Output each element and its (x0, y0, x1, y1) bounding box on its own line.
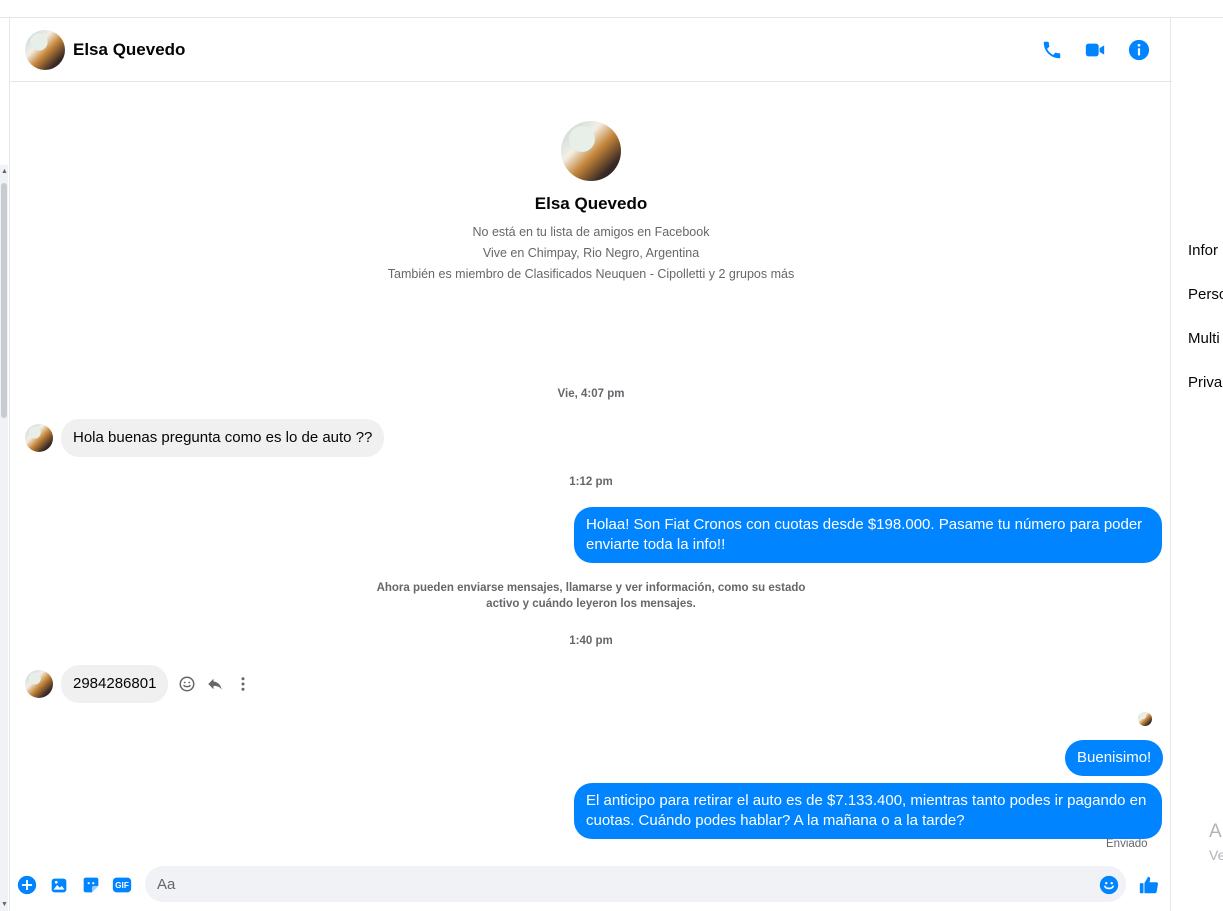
chat-header: Elsa Quevedo (10, 18, 1172, 82)
timestamp: 1:12 pm (569, 476, 613, 488)
profile-location: Vive en Chimpay, Rio Negro, Argentina (482, 246, 700, 260)
contact-avatar[interactable] (25, 30, 65, 70)
incoming-message-row: Hola buenas pregunta como es lo de auto … (25, 419, 385, 457)
reply-icon[interactable] (206, 675, 224, 693)
info-panel: Infor Perso Multi Priva A Ve (1172, 18, 1223, 911)
panel-item-customize[interactable]: Perso (1188, 286, 1223, 303)
profile-avatar[interactable] (561, 121, 621, 181)
seen-avatar (1138, 712, 1152, 726)
outgoing-message[interactable]: El anticipo para retirar el auto es de $… (574, 783, 1162, 839)
profile-meta: No está en tu lista de amigos en Faceboo… (10, 222, 1172, 285)
panel-footer-text: A (1209, 821, 1222, 842)
contact-name[interactable]: Elsa Quevedo (73, 40, 185, 60)
timestamp: 1:40 pm (569, 635, 613, 647)
sender-avatar[interactable] (25, 670, 53, 698)
chat-window: Elsa Quevedo Elsa Quevedo No está en tu … (9, 18, 1172, 911)
scroll-down-icon[interactable]: ▼ (1, 901, 8, 908)
incoming-message-row: 2984286801 (25, 665, 252, 703)
sticker-icon[interactable] (80, 874, 102, 896)
svg-text:GIF: GIF (115, 881, 129, 890)
sent-status: Enviado (1106, 838, 1148, 850)
profile-friend-status: No está en tu lista de amigos en Faceboo… (472, 225, 710, 239)
sender-avatar[interactable] (25, 424, 53, 452)
message-input[interactable] (145, 866, 1126, 902)
panel-item-privacy[interactable]: Priva (1188, 374, 1222, 391)
profile-summary: Elsa Quevedo No está en tu lista de amig… (10, 121, 1172, 285)
phone-icon[interactable] (1041, 39, 1063, 61)
profile-name[interactable]: Elsa Quevedo (10, 194, 1172, 214)
profile-groups: También es miembro de Clasificados Neuqu… (387, 267, 795, 281)
timestamp: Vie, 4:07 pm (557, 388, 625, 400)
emoji-icon[interactable] (1098, 874, 1120, 896)
panel-item-info[interactable]: Infor (1188, 242, 1218, 259)
system-message: Ahora pueden enviarse mensajes, llamarse… (376, 582, 806, 610)
outgoing-message[interactable]: Buenisimo! (1065, 740, 1164, 776)
incoming-message[interactable]: Hola buenas pregunta como es lo de auto … (61, 419, 385, 457)
video-call-icon[interactable] (1084, 39, 1106, 61)
incoming-message[interactable]: 2984286801 (61, 665, 169, 703)
photo-icon[interactable] (48, 874, 70, 896)
plus-icon[interactable] (16, 874, 38, 896)
like-icon[interactable] (1138, 874, 1160, 896)
panel-item-media[interactable]: Multi (1188, 330, 1220, 347)
message-actions (178, 675, 252, 693)
scrollbar-thumb[interactable] (1, 183, 7, 418)
panel-footer-subtext: Ve (1209, 847, 1223, 863)
outgoing-message[interactable]: Holaa! Son Fiat Cronos con cuotas desde … (574, 507, 1162, 563)
top-strip (0, 0, 1223, 18)
composer: GIF (10, 860, 1172, 910)
info-icon[interactable] (1128, 39, 1150, 61)
more-options-icon[interactable] (234, 675, 252, 693)
gif-icon[interactable]: GIF (111, 874, 133, 896)
scroll-up-icon[interactable]: ▲ (1, 168, 8, 175)
left-scrollbar[interactable]: ▲ ▼ (0, 165, 8, 911)
react-emoji-icon[interactable] (178, 675, 196, 693)
